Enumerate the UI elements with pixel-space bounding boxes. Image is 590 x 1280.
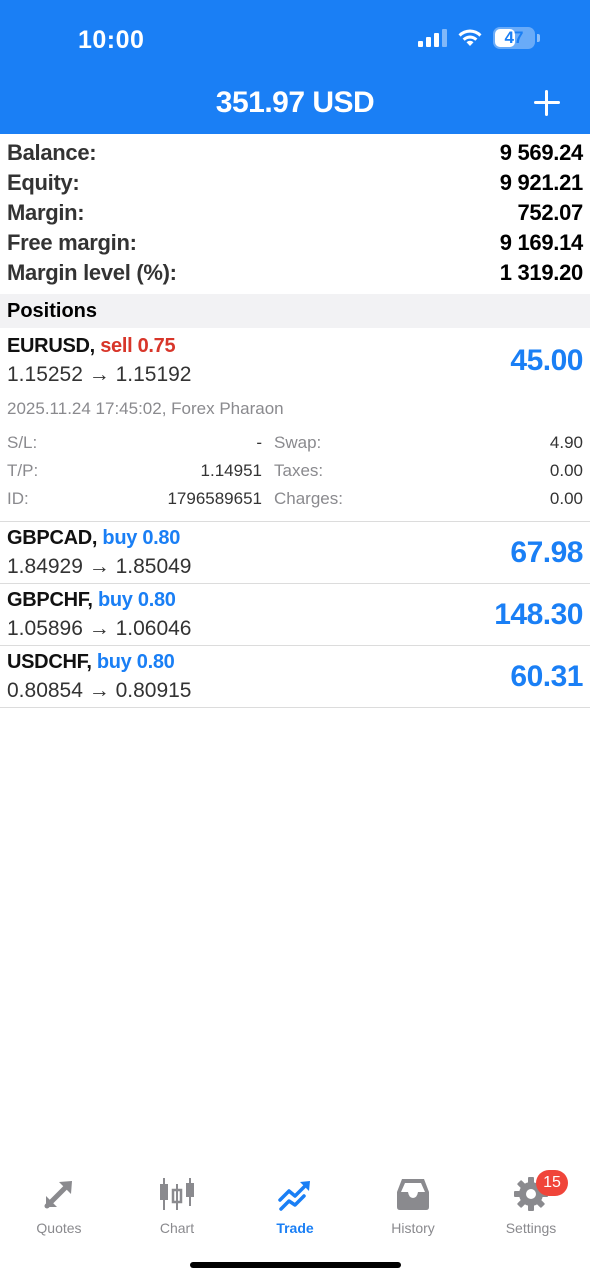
margin-level-value: 1 319.20 <box>499 260 584 285</box>
status-icons: 47 <box>418 27 540 49</box>
margin-label: Margin: <box>7 200 85 225</box>
notification-badge: 15 <box>536 1170 568 1196</box>
equity-label: Equity: <box>7 170 80 195</box>
margin-level-row: Margin level (%): 1 319.20 <box>0 258 590 288</box>
app-header: 10:00 47 351.97 USD <box>0 0 590 134</box>
position-symbol: EURUSD, <box>7 335 95 357</box>
position-row-gbpcad[interactable]: GBPCAD, buy 0.80 1.84929 → 1.85049 67.98 <box>0 522 590 584</box>
position-details: S/L: - Swap: 4.90 T/P: 1.14951 Taxes: 0.… <box>7 429 583 513</box>
quotes-icon <box>44 1181 72 1209</box>
tab-quotes[interactable]: Quotes <box>0 1160 118 1240</box>
detail-row: T/P: 1.14951 Taxes: 0.00 <box>7 457 583 485</box>
equity-value: 9 921.21 <box>499 170 584 195</box>
position-symbol: USDCHF, <box>7 651 92 673</box>
tab-settings[interactable]: Settings 15 <box>472 1160 590 1240</box>
position-profit: 45.00 <box>510 344 583 377</box>
free-margin-label: Free margin: <box>7 230 137 255</box>
swap-label: Swap: <box>274 433 322 452</box>
trade-icon <box>278 1181 310 1211</box>
tab-label: History <box>391 1220 435 1236</box>
position-prices: 0.80854 → 0.80915 <box>7 679 192 702</box>
tab-label: Settings <box>505 1220 557 1236</box>
taxes-value: 0.00 <box>549 461 583 480</box>
tab-history[interactable]: History <box>354 1160 472 1240</box>
position-title: EURUSD, sell 0.75 <box>7 335 176 358</box>
history-icon <box>397 1179 429 1210</box>
position-row-eurusd[interactable]: EURUSD, sell 0.75 1.15252 → 1.15192 45.0… <box>0 330 590 522</box>
tab-label: Trade <box>276 1220 314 1236</box>
position-title: GBPCAD, buy 0.80 <box>7 527 180 550</box>
position-side: buy 0.80 <box>96 651 175 673</box>
free-margin-row: Free margin: 9 169.14 <box>0 228 590 258</box>
balance-row: Balance: 9 569.24 <box>0 138 590 168</box>
position-title: GBPCHF, buy 0.80 <box>7 589 176 612</box>
position-row-gbpchf[interactable]: GBPCHF, buy 0.80 1.05896 → 1.06046 148.3… <box>0 584 590 646</box>
tp-label: T/P: <box>7 461 39 480</box>
position-prices: 1.84929 → 1.85049 <box>7 555 192 578</box>
position-symbol: GBPCAD, <box>7 527 98 549</box>
position-open-info: 2025.11.24 17:45:02, Forex Pharaon <box>7 399 284 418</box>
sl-label: S/L: <box>7 433 38 452</box>
charges-value: 0.00 <box>549 489 583 508</box>
status-time: 10:00 <box>78 26 145 54</box>
id-value: 1796589651 <box>167 489 262 508</box>
tp-value: 1.14951 <box>200 461 262 480</box>
position-row-usdchf[interactable]: USDCHF, buy 0.80 0.80854 → 0.80915 60.31 <box>0 646 590 708</box>
margin-value: 752.07 <box>517 200 584 225</box>
wifi-icon <box>458 29 482 46</box>
positions-section-header: Positions <box>0 294 590 328</box>
battery-level: 47 <box>504 28 524 47</box>
tab-label: Quotes <box>36 1220 82 1236</box>
position-side: sell 0.75 <box>100 335 176 357</box>
balance-label: Balance: <box>7 140 97 165</box>
position-prices: 1.15252 → 1.15192 <box>7 363 192 386</box>
position-side: buy 0.80 <box>97 589 176 611</box>
swap-value: 4.90 <box>549 433 583 452</box>
balance-value: 9 569.24 <box>499 140 584 165</box>
equity-row: Equity: 9 921.21 <box>0 168 590 198</box>
sl-value: - <box>256 433 262 452</box>
battery-icon: 47 <box>493 27 535 49</box>
charges-label: Charges: <box>274 489 343 508</box>
position-prices: 1.05896 → 1.06046 <box>7 617 192 640</box>
position-title: USDCHF, buy 0.80 <box>7 651 175 674</box>
account-summary: Balance: 9 569.24 Equity: 9 921.21 Margi… <box>0 138 590 288</box>
position-profit: 67.98 <box>510 536 583 569</box>
taxes-label: Taxes: <box>274 461 324 480</box>
account-profit-title: 351.97 USD <box>215 86 375 119</box>
cellular-signal-icon <box>418 29 447 47</box>
home-indicator <box>190 1262 401 1268</box>
position-side: buy 0.80 <box>102 527 181 549</box>
new-order-button[interactable] <box>532 88 562 118</box>
chart-icon <box>160 1178 194 1210</box>
detail-row: ID: 1796589651 Charges: 0.00 <box>7 485 583 513</box>
margin-level-label: Margin level (%): <box>7 260 177 285</box>
position-symbol: GBPCHF, <box>7 589 93 611</box>
detail-row: S/L: - Swap: 4.90 <box>7 429 583 457</box>
positions-list: EURUSD, sell 0.75 1.15252 → 1.15192 45.0… <box>0 330 590 708</box>
free-margin-value: 9 169.14 <box>499 230 584 255</box>
position-profit: 60.31 <box>510 660 583 693</box>
position-profit: 148.30 <box>494 598 583 631</box>
tab-trade[interactable]: Trade <box>236 1160 354 1240</box>
id-label: ID: <box>7 489 29 508</box>
tab-chart[interactable]: Chart <box>118 1160 236 1240</box>
tab-label: Chart <box>159 1220 195 1236</box>
bottom-tab-bar: Quotes Chart Trade History Settings 15 <box>0 1160 590 1240</box>
margin-row: Margin: 752.07 <box>0 198 590 228</box>
